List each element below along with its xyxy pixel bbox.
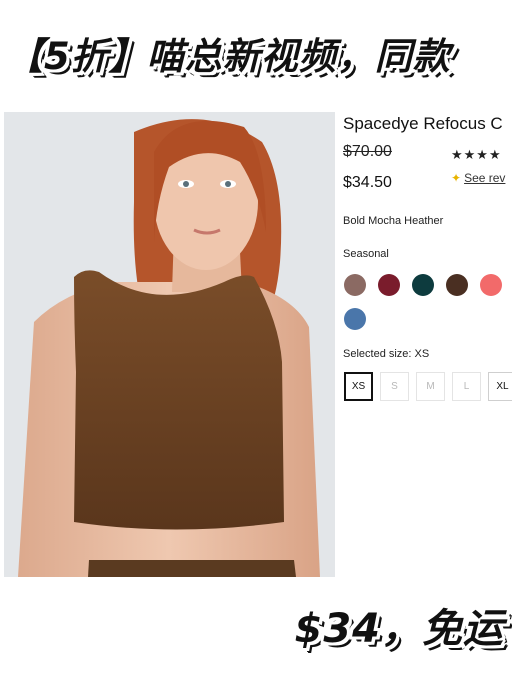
swatch-burgundy[interactable] — [378, 274, 400, 296]
swatch-blue[interactable] — [344, 308, 366, 330]
sale-price: $34.50 — [343, 174, 392, 191]
sparkle-icon: ✦ — [451, 171, 462, 185]
see-reviews-link[interactable]: ✦ See rev — [451, 171, 505, 185]
promo-headline: 【5折】喵总新视频，同款 — [6, 35, 451, 78]
color-group-label: Seasonal — [343, 248, 389, 260]
promo-price: $34，免运 — [294, 606, 504, 652]
product-image[interactable] — [4, 112, 335, 577]
swatch-coral[interactable] — [480, 274, 502, 296]
size-xl-button[interactable]: XL — [488, 372, 512, 401]
size-m-button[interactable]: M — [416, 372, 445, 401]
size-m-label: M — [426, 381, 435, 392]
model-illustration — [4, 112, 335, 577]
size-s-label: S — [391, 381, 398, 392]
selected-size-label: Selected size: XS — [343, 348, 430, 360]
swatch-mauve[interactable] — [344, 274, 366, 296]
product-info-panel: Spacedye Refocus C $70.00 $34.50 ★★★★ ✦ S… — [343, 112, 512, 401]
size-xs-button[interactable]: XS — [344, 372, 373, 401]
product-title: Spacedye Refocus C — [343, 114, 503, 133]
size-l-button[interactable]: L — [452, 372, 481, 401]
size-xl-label: XL — [496, 381, 509, 392]
rating-stars-icon: ★★★★ — [451, 147, 502, 162]
swatch-dark-teal[interactable] — [412, 274, 434, 296]
size-xs-label: XS — [351, 381, 366, 392]
see-reviews-label: See rev — [464, 171, 506, 185]
size-l-label: L — [463, 381, 470, 392]
original-price: $70.00 — [343, 143, 392, 160]
swatch-mocha[interactable] — [446, 274, 468, 296]
size-s-button[interactable]: S — [380, 372, 409, 401]
selected-color-name: Bold Mocha Heather — [343, 215, 444, 227]
